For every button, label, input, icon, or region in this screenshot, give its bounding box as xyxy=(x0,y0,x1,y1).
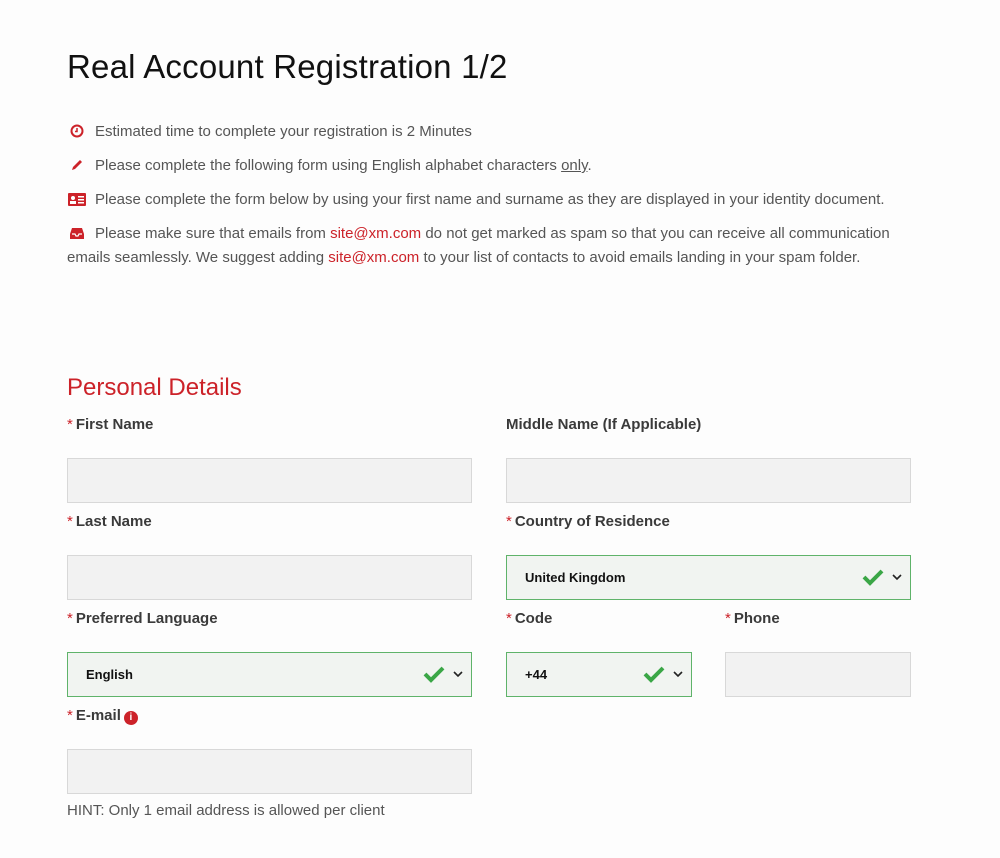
language-field: * Preferred Language English xyxy=(67,610,472,697)
note-text: Estimated time to complete your registra… xyxy=(95,123,472,140)
last-name-input[interactable] xyxy=(67,555,472,600)
country-field: * Country of Residence United Kingdom xyxy=(506,513,911,600)
required-marker: * xyxy=(506,610,512,627)
label-text: Last Name xyxy=(75,513,152,530)
email-link[interactable]: site@xm.com xyxy=(328,249,419,266)
note-time: Estimated time to complete your registra… xyxy=(67,120,917,144)
note-english: Please complete the following form using… xyxy=(67,154,917,178)
phone-label: * Phone xyxy=(725,610,911,632)
language-label: * Preferred Language xyxy=(67,610,472,632)
code-field: * Code +44 xyxy=(506,610,692,697)
code-label: * Code xyxy=(506,610,692,632)
info-icon[interactable]: i xyxy=(123,711,138,725)
pencil-icon xyxy=(72,160,82,170)
phone-field: * Phone xyxy=(725,610,911,697)
email-label: * E-mail i xyxy=(67,707,472,729)
clock-icon xyxy=(70,124,84,138)
middle-name-label: Middle Name (If Applicable) xyxy=(506,416,702,433)
country-label: * Country of Residence xyxy=(506,513,911,535)
note-text: to your list of contacts to avoid emails… xyxy=(419,249,861,266)
check-icon xyxy=(862,569,884,586)
required-marker: * xyxy=(67,416,73,433)
chevron-down-icon xyxy=(673,671,683,678)
label-text: Phone xyxy=(733,610,780,627)
country-value: United Kingdom xyxy=(525,570,626,585)
language-value: English xyxy=(86,667,133,682)
required-marker: * xyxy=(506,513,512,530)
first-name-input[interactable] xyxy=(67,458,472,503)
label-text: Code xyxy=(514,610,553,627)
middle-name-input[interactable] xyxy=(506,458,911,503)
code-value: +44 xyxy=(525,667,548,682)
label-text: E-mail xyxy=(75,707,121,724)
required-marker: * xyxy=(725,610,731,627)
email-input[interactable] xyxy=(67,749,472,794)
label-text: Preferred Language xyxy=(75,610,218,627)
last-name-label: * Last Name xyxy=(67,513,472,535)
chevron-down-icon xyxy=(453,671,463,678)
last-name-field: * Last Name xyxy=(67,513,472,600)
note-text: Please complete the form below by using … xyxy=(95,191,885,208)
note-text: Please make sure that emails from xyxy=(95,225,331,242)
first-name-field: * First Name xyxy=(67,416,472,503)
required-marker: * xyxy=(67,610,73,627)
phone-input[interactable] xyxy=(725,652,911,697)
note-spam: Please make sure that emails from site@x… xyxy=(67,222,917,270)
chevron-down-icon xyxy=(892,574,902,581)
language-select[interactable]: English xyxy=(67,652,472,697)
page-title: Real Account Registration 1/2 xyxy=(67,48,508,85)
label-text: First Name xyxy=(75,416,154,433)
email-link[interactable]: site@xm.com xyxy=(330,225,421,242)
note-text: Please complete the following form using… xyxy=(95,157,562,174)
inbox-icon xyxy=(70,228,84,239)
id-card-icon xyxy=(68,193,86,206)
instructions: Estimated time to complete your registra… xyxy=(67,120,917,280)
check-icon xyxy=(643,666,665,683)
section-title: Personal Details xyxy=(67,374,242,401)
email-hint: HINT: Only 1 email address is allowed pe… xyxy=(67,802,385,819)
required-marker: * xyxy=(67,707,73,724)
note-text-end: . xyxy=(587,157,592,174)
email-field: * E-mail i xyxy=(67,707,472,794)
check-icon xyxy=(423,666,445,683)
note-identity: Please complete the form below by using … xyxy=(67,188,917,212)
required-marker: * xyxy=(67,513,73,530)
middle-name-field: Middle Name (If Applicable) xyxy=(506,416,911,503)
code-select[interactable]: +44 xyxy=(506,652,692,697)
label-text: Country of Residence xyxy=(514,513,670,530)
note-underlined: only xyxy=(561,157,588,174)
first-name-label: * First Name xyxy=(67,416,472,438)
country-select[interactable]: United Kingdom xyxy=(506,555,911,600)
